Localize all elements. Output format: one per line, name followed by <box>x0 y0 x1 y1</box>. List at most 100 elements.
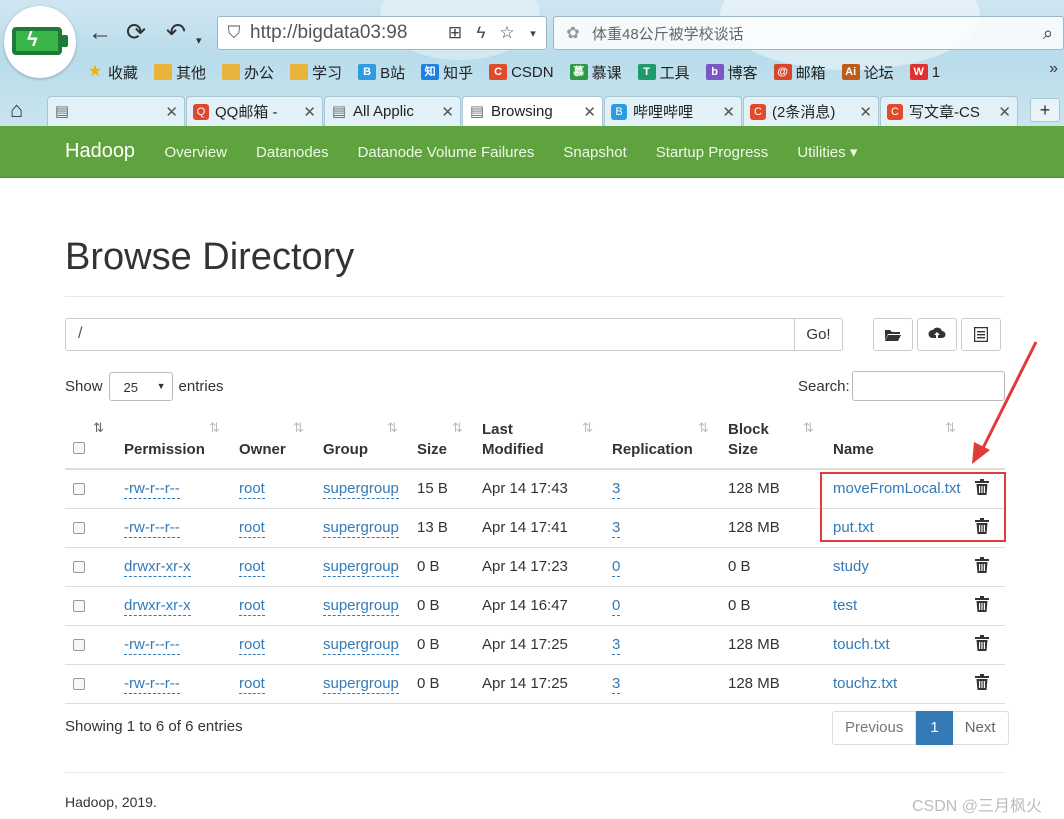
permission-link[interactable]: -rw-r--r-- <box>124 675 180 694</box>
bookmark-item[interactable]: T 工具 <box>637 62 690 83</box>
bookmark-item[interactable]: @ 邮箱 <box>773 62 826 83</box>
bookmark-item[interactable]: W1 <box>909 64 940 81</box>
browser-tab[interactable]: ▤ All Applic ✕ <box>324 96 461 126</box>
page-1-button[interactable]: 1 <box>916 711 953 745</box>
page-size-select[interactable]: 25 ▼ <box>108 371 173 401</box>
bookmark-item[interactable]: 办公 <box>222 62 274 83</box>
select-all-checkbox[interactable] <box>73 442 85 454</box>
replication-link[interactable]: 0 <box>612 558 621 577</box>
group-link[interactable]: supergroup <box>323 597 399 616</box>
lightning-icon[interactable]: ϟ <box>468 23 494 43</box>
group-link[interactable]: supergroup <box>323 519 399 538</box>
new-tab-button[interactable]: + <box>1030 98 1060 122</box>
header-group[interactable]: Group <box>323 440 368 460</box>
address-bar[interactable]: ⛉ http://bigdata03:98 ⊞ ϟ ☆ ▾ <box>217 16 547 50</box>
bookmark-item[interactable]: ★ 收藏 <box>86 62 138 83</box>
browser-tab[interactable]: C (2条消息) ✕ <box>743 96 879 126</box>
brand[interactable]: Hadoop <box>65 140 135 163</box>
nav-link[interactable]: Snapshot <box>549 144 641 161</box>
row-checkbox[interactable] <box>73 561 85 573</box>
permission-link[interactable]: drwxr-xr-x <box>124 597 191 616</box>
bookmark-item[interactable]: 其他 <box>154 62 206 83</box>
group-link[interactable]: supergroup <box>323 558 399 577</box>
nav-link[interactable]: Overview <box>150 144 242 161</box>
file-name-link[interactable]: study <box>833 558 869 575</box>
search-icon[interactable]: ⌕ <box>1033 23 1063 44</box>
close-icon[interactable]: ✕ <box>303 103 316 121</box>
undo-dropdown-icon[interactable]: ▾ <box>196 26 202 56</box>
owner-link[interactable]: root <box>239 675 265 694</box>
close-icon[interactable]: ✕ <box>165 103 178 121</box>
row-checkbox[interactable] <box>73 639 85 651</box>
close-icon[interactable]: ✕ <box>583 103 596 121</box>
file-name-link[interactable]: test <box>833 597 857 614</box>
header-owner[interactable]: Owner <box>239 440 286 460</box>
create-directory-button[interactable] <box>873 318 913 351</box>
more-bookmarks-icon[interactable]: » <box>1049 60 1058 78</box>
permission-link[interactable]: drwxr-xr-x <box>124 558 191 577</box>
go-button[interactable]: Go! <box>794 318 843 351</box>
sort-icon[interactable]: ⇅ <box>582 420 593 436</box>
bookmark-item[interactable]: b 博客 <box>705 62 758 83</box>
trash-icon[interactable] <box>975 635 989 656</box>
refresh-icon[interactable]: ⟳ <box>126 18 146 48</box>
row-checkbox[interactable] <box>73 600 85 612</box>
bookmark-item[interactable]: C CSDN <box>489 64 554 81</box>
undo-icon[interactable]: ↶ <box>166 18 186 48</box>
sort-icon[interactable]: ⇅ <box>209 420 220 436</box>
close-icon[interactable]: ✕ <box>722 103 735 121</box>
owner-link[interactable]: root <box>239 480 265 499</box>
bookmark-item[interactable]: 知知乎 <box>421 62 473 83</box>
next-button[interactable]: Next <box>952 711 1009 745</box>
row-checkbox[interactable] <box>73 483 85 495</box>
browser-tab[interactable]: C 写文章-CS ✕ <box>880 96 1018 126</box>
browser-tab[interactable]: Q QQ邮箱 - ✕ <box>186 96 323 126</box>
group-link[interactable]: supergroup <box>323 675 399 694</box>
row-checkbox[interactable] <box>73 522 85 534</box>
url-text[interactable]: http://bigdata03:98 <box>250 22 442 44</box>
sort-icon[interactable]: ⇅ <box>452 420 463 436</box>
qrcode-icon[interactable]: ⊞ <box>442 23 468 43</box>
owner-link[interactable]: root <box>239 558 265 577</box>
back-arrow-icon[interactable]: ← <box>88 18 112 48</box>
group-link[interactable]: supergroup <box>323 480 399 499</box>
chevron-down-icon[interactable]: ▾ <box>520 27 546 40</box>
replication-link[interactable]: 0 <box>612 597 621 616</box>
trash-icon[interactable] <box>975 557 989 578</box>
search-box[interactable]: ✿ 体重48公斤被学校谈话 ⌕ <box>553 16 1064 50</box>
file-name-link[interactable]: touchz.txt <box>833 675 897 692</box>
bookmark-item[interactable]: 学习 <box>290 62 342 83</box>
bookmark-item[interactable]: Ai 论坛 <box>841 62 894 83</box>
sort-icon[interactable]: ⇅ <box>945 420 956 436</box>
replication-link[interactable]: 3 <box>612 636 621 655</box>
row-checkbox[interactable] <box>73 678 85 690</box>
bookmark-item[interactable]: B B站 <box>358 62 405 83</box>
permission-link[interactable]: -rw-r--r-- <box>124 636 180 655</box>
sort-icon[interactable]: ⇅ <box>93 420 104 436</box>
nav-link[interactable]: Datanode Volume Failures <box>343 144 549 161</box>
previous-button[interactable]: Previous <box>832 711 917 745</box>
permission-link[interactable]: -rw-r--r-- <box>124 480 180 499</box>
sort-icon[interactable]: ⇅ <box>698 420 709 436</box>
replication-link[interactable]: 3 <box>612 675 621 694</box>
owner-link[interactable]: root <box>239 519 265 538</box>
upload-button[interactable] <box>917 318 957 351</box>
header-last-modified[interactable]: Last Modified <box>482 420 544 460</box>
browser-tab[interactable]: ▤ Browsing ✕ <box>462 96 603 126</box>
sort-icon[interactable]: ⇅ <box>803 420 814 436</box>
close-icon[interactable]: ✕ <box>441 103 454 121</box>
file-name-link[interactable]: touch.txt <box>833 636 890 653</box>
nav-link[interactable]: Startup Progress <box>641 144 783 161</box>
trash-icon[interactable] <box>975 596 989 617</box>
owner-link[interactable]: root <box>239 636 265 655</box>
sort-icon[interactable]: ⇅ <box>387 420 398 436</box>
trash-icon[interactable] <box>975 674 989 695</box>
star-icon[interactable]: ☆ <box>494 23 520 43</box>
browser-tab[interactable]: ▤ ✕ <box>47 96 185 126</box>
group-link[interactable]: supergroup <box>323 636 399 655</box>
search-text[interactable]: 体重48公斤被学校谈话 <box>592 23 1033 44</box>
replication-link[interactable]: 3 <box>612 519 621 538</box>
nav-link[interactable]: Utilities ▾ <box>783 143 872 161</box>
replication-link[interactable]: 3 <box>612 480 621 499</box>
header-block-size[interactable]: Block Size <box>728 420 769 460</box>
